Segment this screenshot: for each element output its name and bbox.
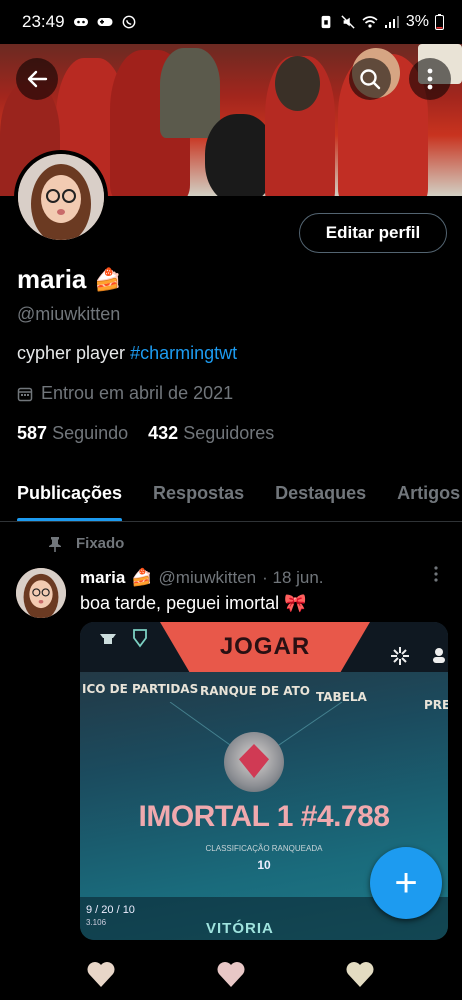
followers-label: Seguidores: [183, 423, 275, 443]
plus-icon: +: [394, 860, 418, 905]
subtab-act-rank: RANQUE DE ATO: [200, 684, 310, 698]
bio-hashtag-link[interactable]: #charmingtwt: [130, 343, 237, 363]
social-icon: [433, 648, 445, 663]
profile-name: maria 🍰: [17, 264, 122, 295]
play-header: JOGAR: [160, 622, 370, 672]
heart-icon[interactable]: [216, 960, 246, 988]
sim-icon: [321, 15, 331, 29]
post-handle[interactable]: @miuwkitten: [159, 568, 257, 588]
match-result: VITÓRIA: [206, 920, 274, 937]
match-kda-sub: 3.106: [86, 918, 107, 927]
name-emoji: 🍰: [94, 266, 122, 292]
profile-tabs: Publicações Respostas Destaques Artigos: [0, 468, 462, 522]
post-date[interactable]: · 18 jun.: [262, 568, 323, 588]
joined-text: Entrou em abril de 2021: [41, 383, 234, 403]
avatar-photo: [18, 154, 104, 240]
heart-icon[interactable]: [86, 960, 116, 988]
clock: 23:49: [22, 12, 65, 31]
battery-level: 3%: [405, 13, 429, 30]
rank-emblem-icon: [224, 732, 284, 792]
edit-profile-button[interactable]: Editar perfil: [299, 213, 447, 253]
joined-date: Entrou em abril de 2021: [17, 383, 233, 404]
calendar-icon: [17, 387, 33, 401]
profile-handle: @miuwkitten: [17, 304, 121, 324]
profile-bio: cypher player #charmingtwt: [17, 343, 237, 364]
agent-icon: [100, 634, 116, 644]
tab-publicacoes[interactable]: Publicações: [17, 468, 123, 521]
more-vertical-icon: [427, 68, 433, 90]
gamepad-icon: [97, 18, 113, 26]
display-name: maria: [17, 264, 87, 294]
crosshair-icon: [391, 647, 409, 665]
search-icon: [360, 69, 381, 90]
tab-artigos[interactable]: Artigos: [397, 468, 460, 521]
battery-icon: [435, 14, 444, 30]
pinned-label: Fixado: [76, 535, 125, 552]
match-kda: 9 / 20 / 10: [86, 904, 135, 916]
followers-count: 432: [148, 423, 179, 443]
whatsapp-icon: [122, 15, 135, 29]
profile-avatar[interactable]: [14, 150, 108, 244]
post-author-avatar[interactable]: [16, 568, 66, 618]
post-more-button[interactable]: [428, 566, 444, 582]
heart-icon[interactable]: [345, 960, 375, 988]
mute-icon: [341, 15, 355, 29]
post-author-emoji: 🍰: [131, 568, 153, 587]
tab-destaques[interactable]: Destaques: [275, 468, 366, 521]
more-vertical-icon: [434, 566, 438, 582]
wifi-icon: [362, 16, 378, 28]
subtab-history: ICO DE PARTIDAS: [82, 682, 199, 696]
followers-link[interactable]: 432 Seguidores: [148, 423, 274, 444]
post-text: boa tarde, peguei imortal 🎀: [80, 593, 307, 613]
following-count: 587: [17, 423, 48, 443]
following-label: Seguindo: [52, 423, 129, 443]
more-options-button[interactable]: [409, 58, 451, 100]
bio-text: cypher player: [17, 343, 131, 363]
signal-icon: [384, 16, 399, 28]
shield-badge-icon: [133, 629, 147, 648]
compose-post-button[interactable]: +: [370, 847, 442, 919]
tab-respostas[interactable]: Respostas: [153, 468, 244, 521]
following-link[interactable]: 587 Seguindo: [17, 423, 128, 444]
post-header: maria 🍰 @miuwkitten · 18 jun.: [80, 568, 324, 588]
search-button[interactable]: [349, 58, 391, 100]
post-action-bar: [0, 950, 462, 1000]
arrow-left-icon: [27, 70, 48, 88]
follow-stats: 587 Seguindo 432 Seguidores: [17, 423, 274, 444]
back-button[interactable]: [16, 58, 58, 100]
post-author-name[interactable]: maria: [80, 568, 125, 588]
discord-icon: [73, 18, 88, 26]
pin-icon: [49, 536, 61, 552]
avatar-photo: [16, 568, 66, 618]
status-bar: 23:49 3%: [0, 0, 462, 44]
pinned-indicator: Fixado: [48, 535, 124, 552]
rank-title: IMORTAL 1 #4.788: [138, 800, 390, 833]
